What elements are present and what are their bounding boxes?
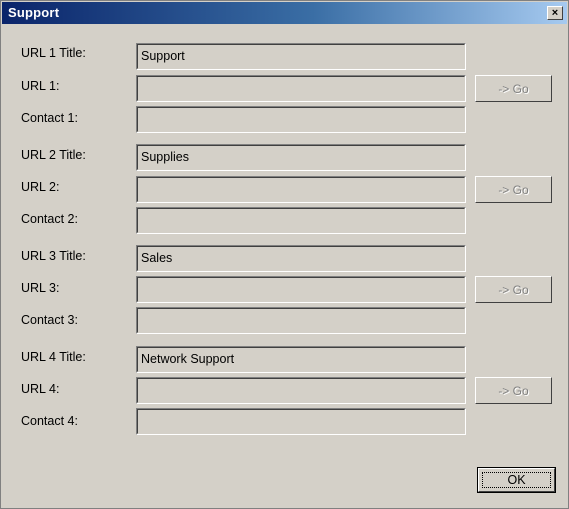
url-1-title-value: Support [141, 49, 185, 63]
url-2-title-value: Supplies [141, 150, 189, 164]
title-bar: Support × [2, 2, 567, 24]
contact-4-field[interactable] [136, 408, 466, 435]
url-1-field[interactable] [136, 75, 466, 102]
url-3-label: URL 3: [21, 281, 60, 295]
ok-button-label: OK [507, 473, 526, 487]
go-button-2[interactable]: -> Go [475, 176, 552, 203]
contact-3-field[interactable] [136, 307, 466, 334]
url-1-label: URL 1: [21, 79, 60, 93]
url-2-field[interactable] [136, 176, 466, 203]
url-3-field[interactable] [136, 276, 466, 303]
url-4-title-value: Network Support [141, 352, 235, 366]
url-4-label: URL 4: [21, 382, 60, 396]
ok-button[interactable]: OK [477, 467, 556, 493]
url-1-title-label: URL 1 Title: [21, 46, 86, 60]
support-dialog: Support × URL 1 Title: Support URL 1: ->… [0, 0, 569, 509]
url-3-title-value: Sales [141, 251, 173, 265]
url-2-title-field[interactable]: Supplies [136, 144, 466, 171]
window-title: Support [8, 5, 60, 20]
url-2-label: URL 2: [21, 180, 60, 194]
close-icon: × [551, 7, 559, 19]
go-button-1[interactable]: -> Go [475, 75, 552, 102]
go-button-3-label: -> Go [498, 282, 529, 297]
go-button-1-label: -> Go [498, 81, 529, 96]
contact-3-label: Contact 3: [21, 313, 78, 327]
go-button-3[interactable]: -> Go [475, 276, 552, 303]
contact-1-label: Contact 1: [21, 111, 78, 125]
url-1-title-field[interactable]: Support [136, 43, 466, 70]
contact-4-label: Contact 4: [21, 414, 78, 428]
url-4-field[interactable] [136, 377, 466, 404]
url-3-title-field[interactable]: Sales [136, 245, 466, 272]
go-button-2-label: -> Go [498, 182, 529, 197]
go-button-4-label: -> Go [498, 383, 529, 398]
go-button-4[interactable]: -> Go [475, 377, 552, 404]
contact-1-field[interactable] [136, 106, 466, 133]
url-4-title-label: URL 4 Title: [21, 350, 86, 364]
url-3-title-label: URL 3 Title: [21, 249, 86, 263]
contact-2-label: Contact 2: [21, 212, 78, 226]
close-button[interactable]: × [547, 6, 563, 20]
url-4-title-field[interactable]: Network Support [136, 346, 466, 373]
contact-2-field[interactable] [136, 207, 466, 234]
url-2-title-label: URL 2 Title: [21, 148, 86, 162]
